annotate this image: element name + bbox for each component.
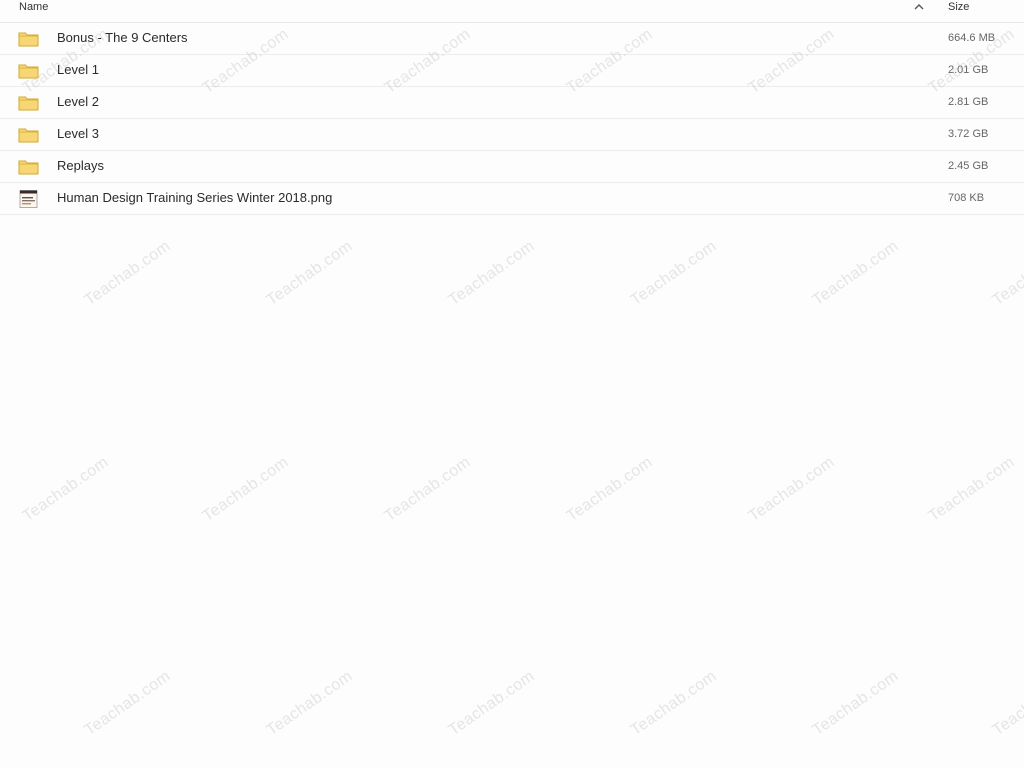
chevron-up-icon[interactable]: [912, 1, 926, 13]
watermark: Teachab.com: [809, 237, 902, 310]
folder-icon: [18, 94, 40, 112]
watermark: Teachab.com: [627, 667, 720, 740]
folder-icon: [18, 158, 40, 176]
file-name: Level 3: [57, 126, 99, 141]
watermark: Teachab.com: [989, 667, 1024, 740]
file-size: 2.01 GB: [948, 64, 989, 76]
watermark: Teachab.com: [925, 453, 1018, 526]
file-name: Human Design Training Series Winter 2018…: [57, 190, 333, 205]
file-row[interactable]: Level 1 2.01 GB: [0, 55, 1024, 87]
file-size: 708 KB: [948, 192, 985, 204]
watermark: Teachab.com: [199, 453, 292, 526]
file-name: Level 1: [57, 62, 99, 77]
folder-icon: [18, 126, 40, 144]
file-row[interactable]: Level 3 3.72 GB: [0, 119, 1024, 151]
watermark: Teachab.com: [263, 237, 356, 310]
watermark: Teachab.com: [381, 453, 474, 526]
watermark: Teachab.com: [627, 237, 720, 310]
watermark: Teachab.com: [445, 667, 538, 740]
file-row[interactable]: Level 2 2.81 GB: [0, 87, 1024, 119]
watermark: Teachab.com: [809, 667, 902, 740]
watermark: Teachab.com: [445, 237, 538, 310]
file-list-header: Name Size: [0, 0, 1024, 23]
watermark: Teachab.com: [563, 453, 656, 526]
image-file-icon: [18, 190, 40, 208]
watermark: Teachab.com: [81, 667, 174, 740]
folder-icon: [18, 30, 40, 48]
watermark: Teachab.com: [745, 453, 838, 526]
file-size: 2.45 GB: [948, 160, 989, 172]
name-column-header[interactable]: Name: [19, 0, 48, 14]
size-column-header[interactable]: Size: [948, 0, 969, 14]
file-row[interactable]: Bonus - The 9 Centers 664.6 MB: [0, 23, 1024, 55]
file-name: Bonus - The 9 Centers: [57, 30, 188, 45]
file-size: 2.81 GB: [948, 96, 989, 108]
file-row[interactable]: Replays 2.45 GB: [0, 151, 1024, 183]
file-name: Level 2: [57, 94, 99, 109]
watermark: Teachab.com: [263, 667, 356, 740]
file-browser: Name Size Bonus - The 9 Centers 664.6 MB…: [0, 0, 1024, 768]
watermark: Teachab.com: [19, 453, 112, 526]
file-size: 3.72 GB: [948, 128, 989, 140]
file-name: Replays: [57, 158, 104, 173]
folder-icon: [18, 62, 40, 80]
file-row[interactable]: Human Design Training Series Winter 2018…: [0, 183, 1024, 215]
file-size: 664.6 MB: [948, 32, 996, 44]
watermark: Teachab.com: [989, 237, 1024, 310]
watermark: Teachab.com: [81, 237, 174, 310]
